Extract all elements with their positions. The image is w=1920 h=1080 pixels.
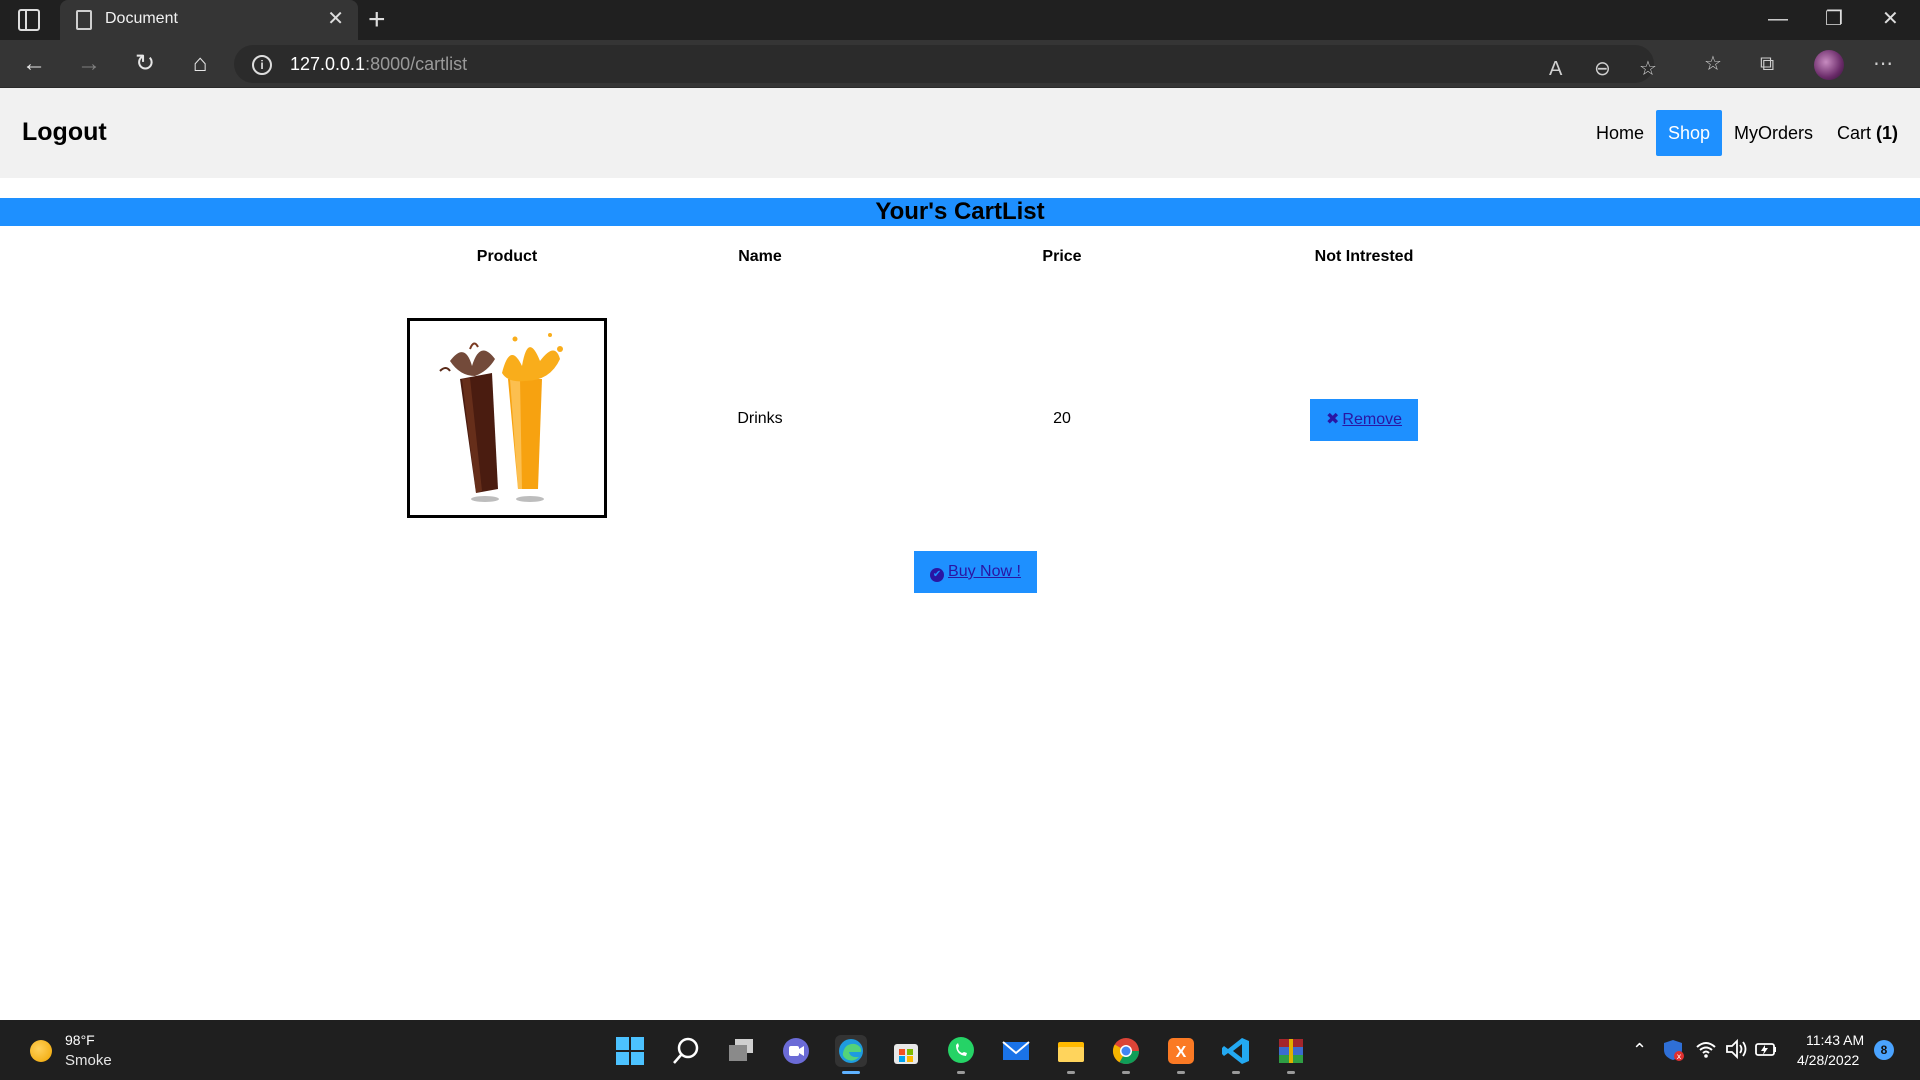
url-text[interactable]: 127.0.0.1:8000/cartlist	[290, 54, 467, 75]
close-tab-icon[interactable]: ✕	[327, 8, 344, 30]
cart-count: (1)	[1876, 123, 1899, 143]
column-header-product: Product	[476, 248, 538, 265]
buy-now-button[interactable]: ✔ Buy Now !	[914, 551, 1037, 593]
cart-item-name: Drinks	[737, 410, 783, 427]
column-header-name: Name	[738, 248, 782, 265]
document-icon	[76, 10, 92, 30]
vscode-running-indicator	[1232, 1071, 1240, 1074]
collections-icon[interactable]: ⧉	[1760, 51, 1774, 77]
home-icon[interactable]: ⌂	[186, 50, 214, 78]
wifi-icon[interactable]	[1695, 1038, 1717, 1066]
cart-item-price: 20	[1053, 410, 1071, 427]
site-navbar: Logout Home Shop MyOrders Cart (1)	[0, 88, 1920, 178]
zoom-out-icon[interactable]: ⊖	[1594, 56, 1611, 82]
task-view-icon[interactable]	[725, 1035, 757, 1067]
nav-myorders[interactable]: MyOrders	[1722, 110, 1825, 156]
page-content: Logout Home Shop MyOrders Cart (1) Your'…	[0, 88, 1920, 1020]
check-circle-icon: ✔	[930, 568, 945, 582]
edge-icon[interactable]	[835, 1035, 867, 1067]
weather-temperature[interactable]: 98°F	[65, 1032, 95, 1048]
notification-badge[interactable]: 8	[1874, 1040, 1894, 1060]
start-icon[interactable]	[614, 1035, 646, 1067]
more-options-icon[interactable]: ⋯	[1873, 51, 1893, 77]
windows-taskbar: 98°F Smoke X ⌃ x 11:43 AM 4/28/2022 8	[0, 1020, 1920, 1080]
store-icon[interactable]	[890, 1035, 922, 1067]
remove-button[interactable]: ✖ Remove	[1310, 399, 1418, 441]
site-info-icon[interactable]: i	[252, 55, 272, 75]
nav-cart[interactable]: Cart (1)	[1825, 110, 1910, 156]
teams-chat-icon[interactable]	[780, 1035, 812, 1067]
xampp-running-indicator	[1177, 1071, 1185, 1074]
add-favorite-icon[interactable]: ☆	[1639, 56, 1657, 82]
chevron-up-icon[interactable]: ⌃	[1632, 1038, 1647, 1062]
browser-titlebar: Document ✕ + — ❐ ✕	[0, 0, 1920, 40]
back-icon[interactable]: ←	[20, 50, 48, 78]
refresh-icon[interactable]: ↻	[131, 50, 159, 78]
clock-date[interactable]: 4/28/2022	[1797, 1052, 1859, 1068]
weather-sun-icon[interactable]	[30, 1040, 52, 1062]
favorites-icon[interactable]: ☆	[1704, 51, 1722, 77]
logout-link[interactable]: Logout	[22, 118, 107, 147]
edge-active-indicator	[842, 1071, 860, 1074]
drinks-product-image	[407, 318, 607, 518]
weather-description[interactable]: Smoke	[65, 1052, 112, 1069]
tab-title: Document	[105, 10, 178, 27]
browser-tab[interactable]: Document ✕	[60, 0, 358, 40]
new-tab-icon[interactable]: +	[368, 4, 386, 36]
whatsapp-running-indicator	[957, 1071, 965, 1074]
cartlist-heading-bar: Your's CartList	[0, 198, 1920, 226]
remove-label: Remove	[1342, 411, 1402, 428]
explorer-running-indicator	[1067, 1071, 1075, 1074]
chrome-running-indicator	[1122, 1071, 1130, 1074]
winrar-running-indicator	[1287, 1071, 1295, 1074]
restore-icon[interactable]: ❐	[1825, 6, 1843, 32]
page-title: Your's CartList	[875, 198, 1045, 225]
volume-icon[interactable]	[1724, 1038, 1748, 1066]
address-toolbar: ← → ↻ ⌂ i 127.0.0.1:8000/cartlist A ⊖ ☆ …	[0, 40, 1920, 88]
tab-actions-icon[interactable]	[18, 9, 40, 31]
read-aloud-icon[interactable]: A	[1549, 56, 1562, 82]
nav-home[interactable]: Home	[1584, 110, 1656, 156]
minimize-icon[interactable]: —	[1768, 6, 1788, 32]
close-window-icon[interactable]: ✕	[1882, 6, 1899, 32]
svg-text:x: x	[1677, 1052, 1682, 1061]
chrome-icon[interactable]	[1110, 1035, 1142, 1067]
column-header-not-interested: Not Intrested	[1314, 248, 1414, 265]
close-icon: ✖	[1326, 411, 1340, 428]
security-shield-icon[interactable]: x	[1662, 1038, 1684, 1068]
svg-text:X: X	[1176, 1044, 1187, 1061]
whatsapp-icon[interactable]	[945, 1035, 977, 1067]
clock-time[interactable]: 11:43 AM	[1806, 1032, 1864, 1048]
column-header-price: Price	[1042, 248, 1082, 265]
forward-icon[interactable]: →	[75, 50, 103, 78]
search-icon[interactable]	[670, 1035, 702, 1067]
xampp-icon[interactable]: X	[1165, 1035, 1197, 1067]
mail-icon[interactable]	[1000, 1035, 1032, 1067]
address-bar[interactable]: i 127.0.0.1:8000/cartlist A ⊖ ☆	[234, 45, 1657, 83]
profile-avatar[interactable]	[1814, 50, 1844, 80]
nav-shop[interactable]: Shop	[1656, 110, 1723, 156]
winrar-icon[interactable]	[1275, 1035, 1307, 1067]
file-explorer-icon[interactable]	[1055, 1035, 1087, 1067]
vscode-icon[interactable]	[1220, 1035, 1252, 1067]
buy-now-label: Buy Now !	[948, 563, 1021, 580]
battery-icon[interactable]	[1754, 1038, 1778, 1066]
